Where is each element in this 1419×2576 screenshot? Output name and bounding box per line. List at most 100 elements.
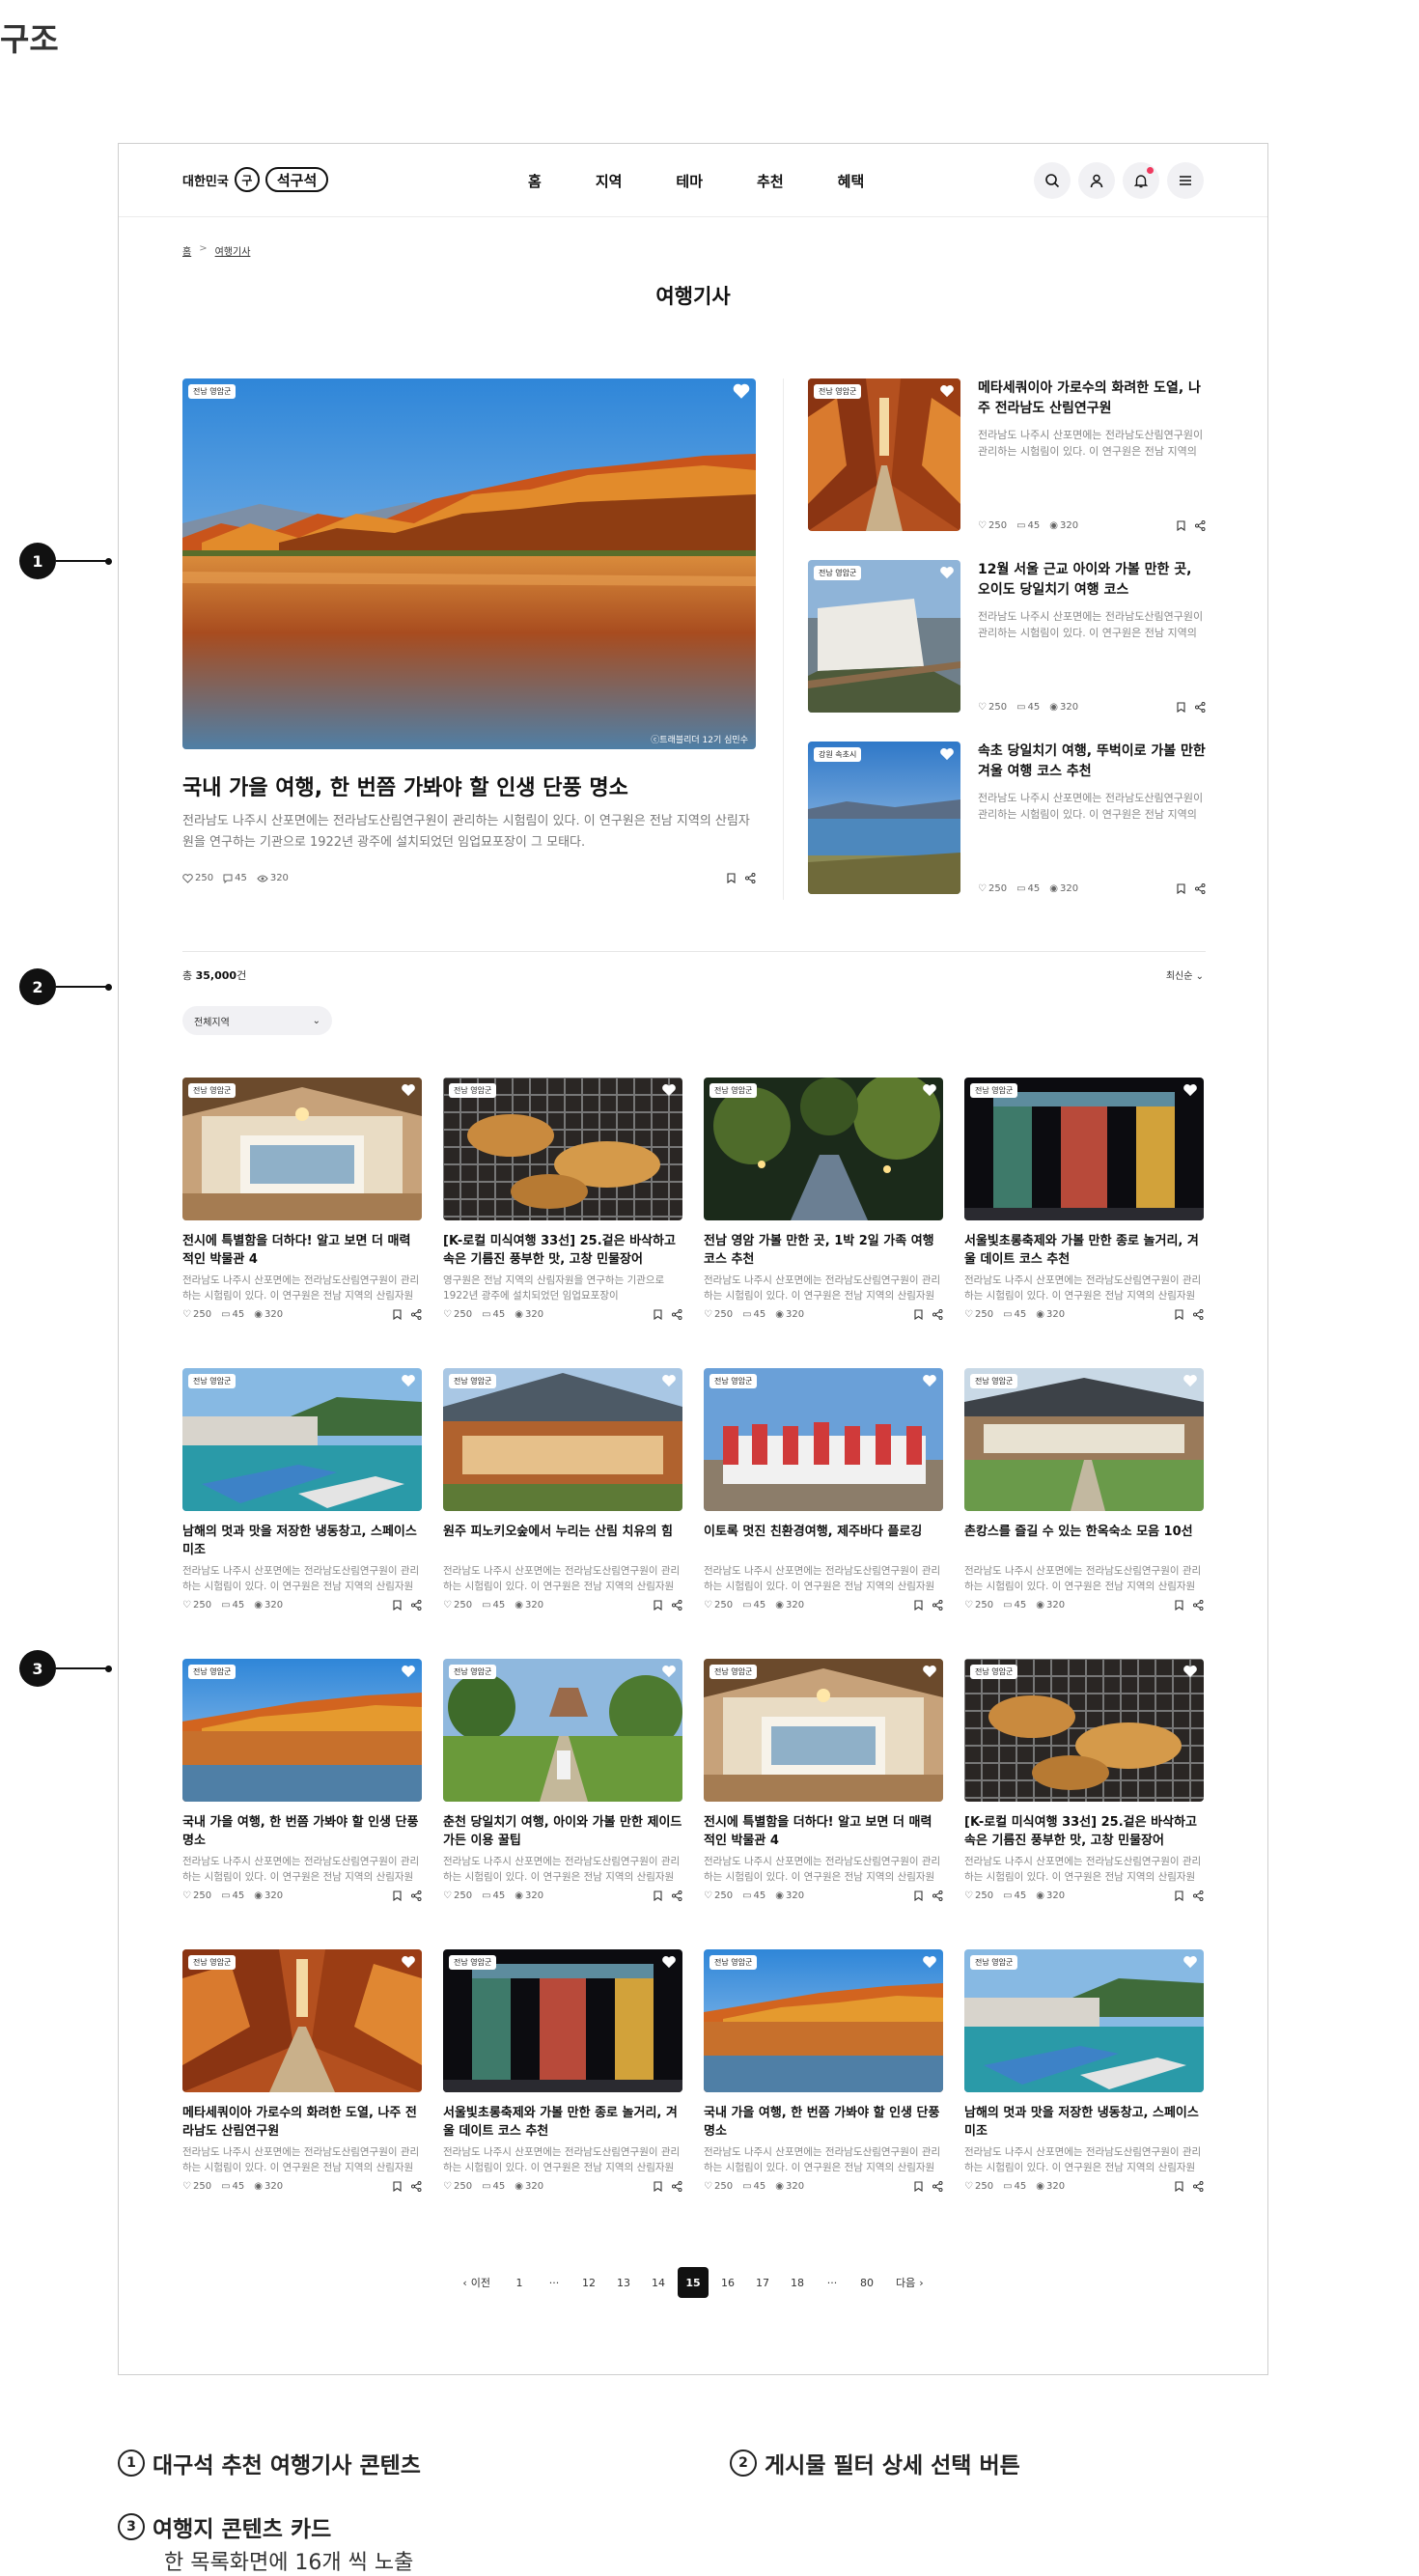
share-icon[interactable]	[672, 1600, 682, 1610]
bookmark-icon[interactable]	[914, 1309, 923, 1320]
article-card[interactable]: 전남 영암군 국내 가을 여행, 한 번쯤 가봐야 할 인생 단풍 명소 전라남도 …	[704, 1949, 943, 2240]
card-image[interactable]: 전남 영암군	[704, 1078, 943, 1220]
featured-article[interactable]: 전남 영암군 ⓒ트래블리더 12기 심민수 국내 가을 여행, 한 번쯤 가봐야…	[182, 378, 756, 883]
bookmark-icon[interactable]	[1175, 2181, 1183, 2192]
my-page-button[interactable]	[1078, 162, 1115, 199]
card-title[interactable]: 남해의 멋과 맛을 저장한 냉동창고, 스페이스 미조	[182, 1523, 422, 1559]
heart-icon[interactable]	[1182, 1954, 1198, 1973]
article-card[interactable]: 전남 영암군 남해의 멋과 맛을 저장한 냉동창고, 스페이스 미조 전라남도 나주…	[964, 1949, 1204, 2240]
featured-image[interactable]: 전남 영암군 ⓒ트래블리더 12기 심민수	[182, 378, 756, 749]
bookmark-icon[interactable]	[393, 1600, 402, 1610]
side-image[interactable]: 강원 속초시	[808, 742, 960, 894]
side-image[interactable]: 전남 영암군	[808, 378, 960, 531]
side-image[interactable]: 전남 영암군	[808, 560, 960, 713]
card-title[interactable]: 전시에 특별함을 더하다! 알고 보면 더 매력적인 박물관 4	[704, 1813, 943, 1850]
card-image[interactable]: 전남 영암군	[443, 1659, 682, 1802]
heart-icon[interactable]	[661, 1954, 677, 1973]
card-image[interactable]: 전남 영암군	[182, 1659, 422, 1802]
heart-icon[interactable]	[401, 1373, 416, 1391]
card-title[interactable]: 전남 영암 가볼 만한 곳, 1박 2일 가족 여행 코스 추천	[704, 1232, 943, 1269]
side-article[interactable]: 전남 영암군 12월 서울 근교 아이와 가볼 만한 곳, 오이도 당일치기 여…	[808, 560, 1206, 713]
share-icon[interactable]	[932, 1600, 943, 1610]
nav-benefit[interactable]: 혜택	[838, 171, 865, 191]
heart-icon[interactable]	[1182, 1664, 1198, 1682]
share-icon[interactable]	[672, 1890, 682, 1901]
article-card[interactable]: 전남 영암군 남해의 멋과 맛을 저장한 냉동창고, 스페이스 미조 전라남도 나주…	[182, 1368, 422, 1659]
share-icon[interactable]	[745, 873, 756, 883]
heart-icon[interactable]	[401, 1954, 416, 1973]
article-card[interactable]: 전남 영암군 [K-로컬 미식여행 33선] 25.겉은 바삭하고 속은 기름진 …	[443, 1078, 682, 1368]
card-image[interactable]: 전남 영암군	[443, 1078, 682, 1220]
share-icon[interactable]	[932, 2181, 943, 2192]
page-12[interactable]: 12	[573, 2267, 604, 2298]
bookmark-icon[interactable]	[393, 1890, 402, 1901]
bookmark-icon[interactable]	[393, 2181, 402, 2192]
bookmark-icon[interactable]	[1177, 883, 1185, 894]
share-icon[interactable]	[411, 1890, 422, 1901]
card-title[interactable]: 춘천 당일치기 여행, 아이와 가볼 만한 제이드 가든 이용 꿀팁	[443, 1813, 682, 1850]
side-article[interactable]: 강원 속초시 속초 당일치기 여행, 뚜벅이로 가볼 만한 겨울 여행 코스 추…	[808, 742, 1206, 894]
bookmark-icon[interactable]	[654, 1600, 662, 1610]
search-button[interactable]	[1034, 162, 1071, 199]
bookmark-icon[interactable]	[1177, 520, 1185, 531]
card-title[interactable]: 이토록 멋진 친환경여행, 제주바다 플로깅	[704, 1523, 943, 1559]
bookmark-icon[interactable]	[654, 1309, 662, 1320]
article-card[interactable]: 전남 영암군 촌캉스를 즐길 수 있는 한옥숙소 모음 10선 전라남도 나주시 산…	[964, 1368, 1204, 1659]
page-15-current[interactable]: 15	[678, 2267, 709, 2298]
card-image[interactable]: 전남 영암군	[964, 1078, 1204, 1220]
region-filter-select[interactable]: 전체지역 ⌄	[182, 1006, 332, 1035]
share-icon[interactable]	[932, 1309, 943, 1320]
menu-button[interactable]	[1167, 162, 1204, 199]
heart-icon[interactable]	[922, 1082, 937, 1101]
card-title[interactable]: 남해의 멋과 맛을 저장한 냉동창고, 스페이스 미조	[964, 2104, 1204, 2141]
bookmark-icon[interactable]	[654, 1890, 662, 1901]
bookmark-icon[interactable]	[1175, 1309, 1183, 1320]
card-image[interactable]: 전남 영암군	[704, 1949, 943, 2092]
article-card[interactable]: 전남 영암군 [K-로컬 미식여행 33선] 25.겉은 바삭하고 속은 기름진 …	[964, 1659, 1204, 1949]
prev-page-button[interactable]: ‹ 이전	[462, 2275, 490, 2290]
card-title[interactable]: 촌캉스를 즐길 수 있는 한옥숙소 모음 10선	[964, 1523, 1204, 1559]
share-icon[interactable]	[1195, 520, 1206, 531]
card-image[interactable]: 전남 영암군	[182, 1368, 422, 1511]
share-icon[interactable]	[1193, 1890, 1204, 1901]
article-card[interactable]: 전남 영암군춘천 당일치기 여행, 아이와 가볼 만한 제이드 가든 이용 꿀팁…	[443, 1659, 682, 1949]
featured-title[interactable]: 국내 가을 여행, 한 번쯤 가봐야 할 인생 단풍 명소	[182, 774, 756, 803]
share-icon[interactable]	[411, 2181, 422, 2192]
card-title[interactable]: 국내 가을 여행, 한 번쯤 가봐야 할 인생 단풍 명소	[182, 1813, 422, 1850]
next-page-button[interactable]: 다음 ›	[896, 2275, 924, 2290]
bookmark-icon[interactable]	[654, 2181, 662, 2192]
nav-region[interactable]: 지역	[596, 171, 623, 191]
notification-button[interactable]	[1123, 162, 1159, 199]
card-image[interactable]: 전남 영암군	[704, 1659, 943, 1802]
share-icon[interactable]	[1193, 2181, 1204, 2192]
card-title[interactable]: 전시에 특별함을 더하다! 알고 보면 더 매력적인 박물관 4	[182, 1232, 422, 1269]
card-title[interactable]: 원주 피노키오숲에서 누리는 산림 치유의 힘	[443, 1523, 682, 1559]
heart-icon[interactable]	[922, 1373, 937, 1391]
heart-icon[interactable]	[939, 565, 955, 583]
bookmark-icon[interactable]	[1175, 1890, 1183, 1901]
page-80[interactable]: 80	[851, 2267, 882, 2298]
article-card[interactable]: 전남 영암군 메타세쿼이아 가로수의 화려한 도열, 나주 전라남도 산림연구원 전…	[182, 1949, 422, 2240]
card-title[interactable]: [K-로컬 미식여행 33선] 25.겉은 바삭하고 속은 기름진 풍부한 맛,…	[443, 1232, 682, 1269]
page-13[interactable]: 13	[608, 2267, 639, 2298]
bookmark-icon[interactable]	[393, 1309, 402, 1320]
card-image[interactable]: 전남 영암군	[964, 1949, 1204, 2092]
card-title[interactable]: 국내 가을 여행, 한 번쯤 가봐야 할 인생 단풍 명소	[704, 2104, 943, 2141]
card-title[interactable]: 메타세쿼이아 가로수의 화려한 도열, 나주 전라남도 산림연구원	[182, 2104, 422, 2141]
heart-icon[interactable]	[1182, 1082, 1198, 1101]
share-icon[interactable]	[1195, 883, 1206, 894]
share-icon[interactable]	[411, 1309, 422, 1320]
heart-icon[interactable]	[939, 746, 955, 765]
card-image[interactable]: 전남 영암군	[443, 1949, 682, 2092]
breadcrumb-home[interactable]: 홈	[182, 243, 191, 258]
page-1[interactable]: 1	[504, 2267, 535, 2298]
share-icon[interactable]	[672, 1309, 682, 1320]
bookmark-icon[interactable]	[914, 2181, 923, 2192]
article-card[interactable]: 전남 영암군 서울빛초롱축제와 가볼 만한 종로 놀거리, 겨울 데이트 코스 추…	[964, 1078, 1204, 1368]
side-title[interactable]: 속초 당일치기 여행, 뚜벅이로 가볼 만한 겨울 여행 코스 추천	[978, 742, 1206, 782]
sort-select[interactable]: 최신순 ⌄	[1166, 967, 1204, 982]
article-card[interactable]: 전남 영암군 서울빛초롱축제와 가볼 만한 종로 놀거리, 겨울 데이트 코스 추…	[443, 1949, 682, 2240]
share-icon[interactable]	[1193, 1309, 1204, 1320]
bookmark-icon[interactable]	[914, 1600, 923, 1610]
side-article[interactable]: 전남 영암군 메타세쿼이아 가로수의 화려한 도열, 나주 전라남도 산림연구원…	[808, 378, 1206, 531]
